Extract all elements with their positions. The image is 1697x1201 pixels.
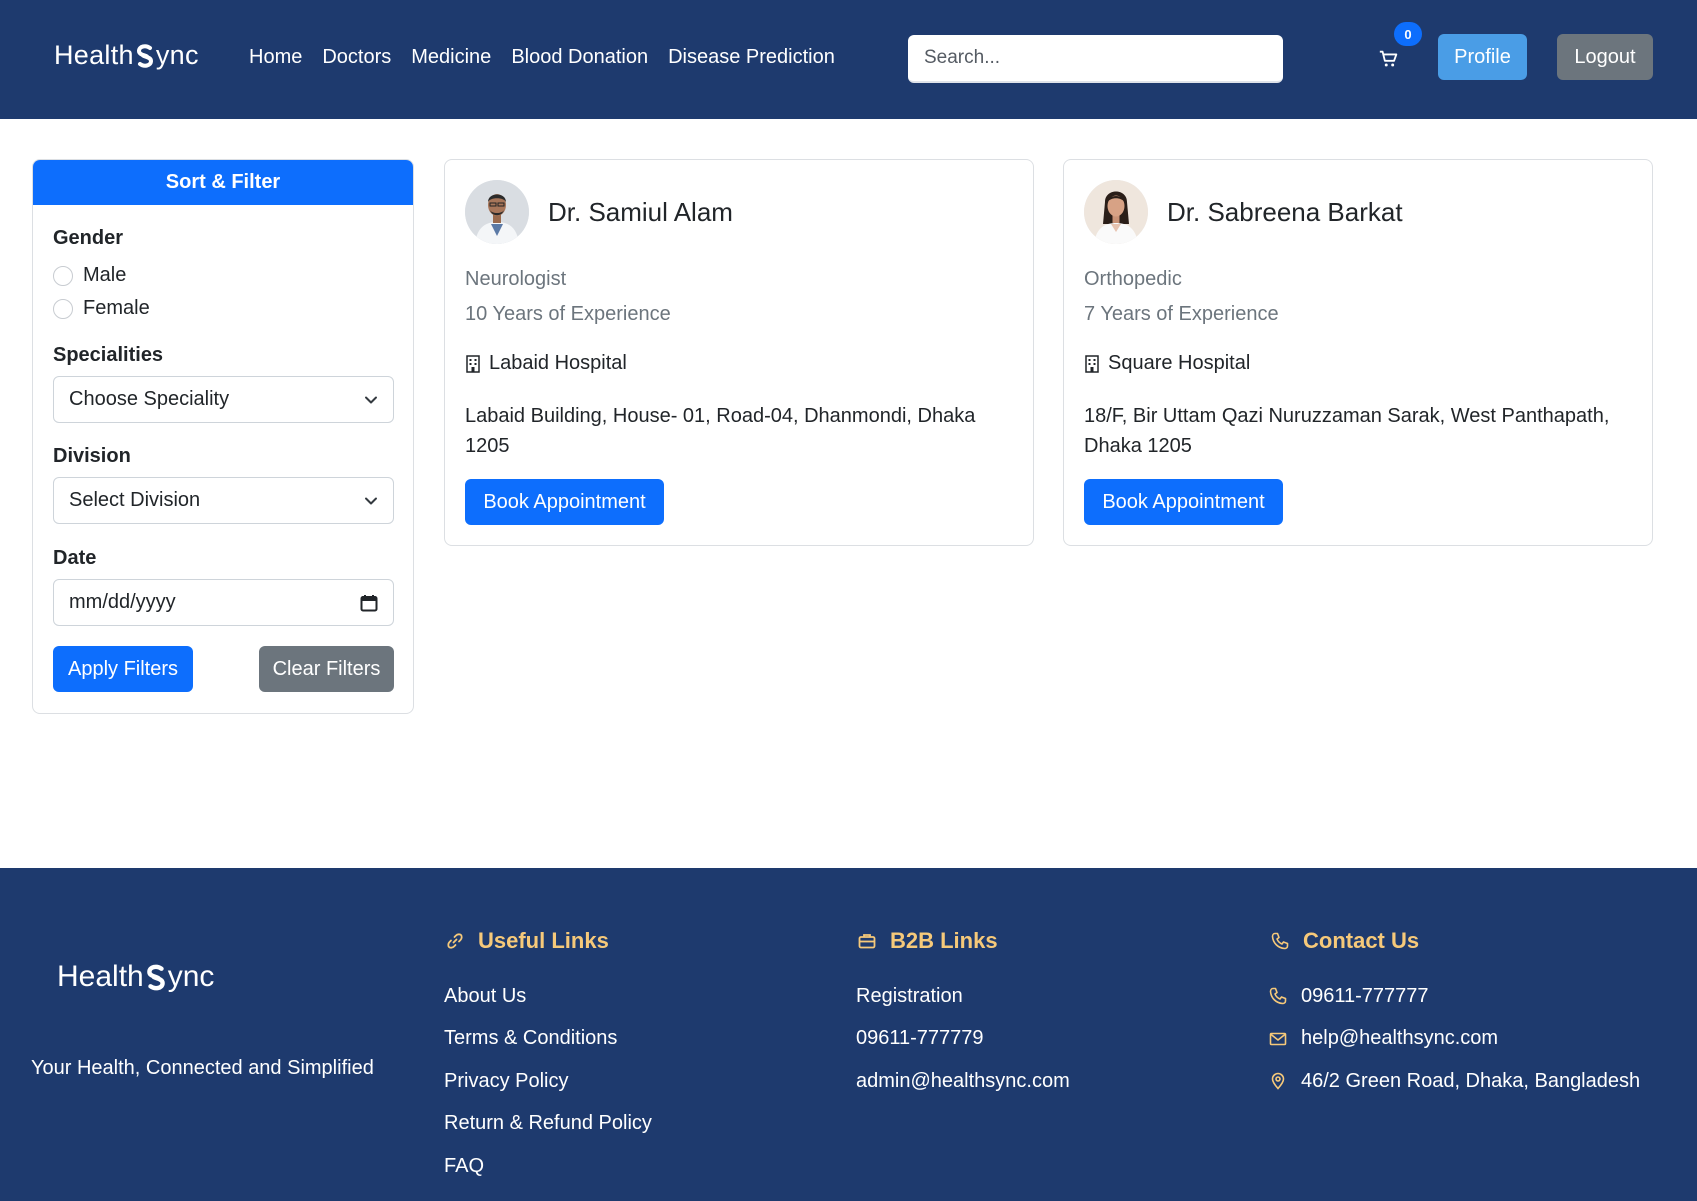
date-input-placeholder: mm/dd/yyyy	[69, 591, 176, 613]
footer-link-privacy[interactable]: Privacy Policy	[444, 1060, 652, 1103]
contact-address-text: 46/2 Green Road, Dhaka, Bangladesh	[1301, 1069, 1641, 1092]
male-label: Male	[83, 264, 127, 286]
nav-link-blood-donation[interactable]: Blood Donation	[511, 46, 648, 69]
contact-column: Contact Us 09611-777777 help@healthsync.…	[1269, 928, 1640, 1103]
doctor-avatar	[1084, 180, 1148, 244]
doctor-experience: 10 Years of Experience	[465, 303, 671, 325]
footer-brand-left: Health	[57, 960, 144, 993]
hospital-name: Square Hospital	[1108, 352, 1251, 374]
doctor-avatar	[465, 180, 529, 244]
b2b-links-title: B2B Links	[858, 928, 1070, 954]
b2b-links-title-text: B2B Links	[890, 928, 998, 953]
useful-links-column: Useful Links About Us Terms & Conditions…	[444, 928, 652, 1188]
contact-email[interactable]: help@healthsync.com	[1269, 1018, 1640, 1061]
footer-link-about-us[interactable]: About Us	[444, 975, 652, 1018]
book-appointment-button[interactable]: Book Appointment	[465, 479, 664, 525]
brand-name-left: Health	[54, 40, 134, 70]
speciality-label: Specialities	[53, 344, 164, 366]
nav-link-doctors[interactable]: Doctors	[322, 46, 391, 69]
brand-name-right: ync	[155, 40, 199, 70]
b2b-links-column: B2B Links Registration 09611-777779 admi…	[856, 928, 1070, 1103]
division-select-value: Select Division	[69, 489, 201, 511]
footer-link-faq[interactable]: FAQ	[444, 1145, 652, 1188]
footer-tagline: Your Health, Connected and Simplified	[31, 1057, 374, 1079]
nav-link-home[interactable]: Home	[249, 46, 302, 69]
contact-title-text: Contact Us	[1303, 928, 1420, 953]
footer-link-terms[interactable]: Terms & Conditions	[444, 1018, 652, 1061]
footer-link-b2b-email[interactable]: admin@healthsync.com	[856, 1060, 1070, 1103]
doctor-specialty: Orthopedic	[1084, 268, 1182, 290]
cart-count-badge: 0	[1394, 22, 1422, 46]
nav-links: Home Doctors Medicine Blood Donation Dis…	[249, 46, 835, 69]
hospital-address: Labaid Building, House- 01, Road-04, Dha…	[465, 405, 976, 457]
division-label: Division	[53, 445, 131, 467]
navbar: Health ync Home Doctors Medicine Blood D…	[0, 0, 1697, 119]
contact-title: Contact Us	[1271, 928, 1640, 954]
briefcase-icon	[858, 934, 876, 949]
link-icon	[447, 933, 463, 949]
chevron-down-icon	[365, 497, 377, 504]
phone-icon	[1271, 932, 1289, 950]
date-label: Date	[53, 547, 97, 569]
male-radio[interactable]	[53, 265, 73, 286]
footer: Health ync Your Health, Connected and Si…	[0, 868, 1697, 1201]
sort-filter-panel: Sort & Filter Gender Male Female Special…	[32, 159, 414, 714]
doctor-card: Dr. Samiul Alam Neurologist 10 Years of …	[444, 159, 1034, 546]
gender-option-male[interactable]: Male	[53, 264, 126, 287]
useful-links-title-text: Useful Links	[478, 928, 609, 953]
doctor-specialty: Neurologist	[465, 268, 567, 290]
contact-email-text: help@healthsync.com	[1301, 1027, 1499, 1050]
doctor-hospital: Square Hospital	[1084, 352, 1250, 375]
phone-icon	[1269, 987, 1287, 1005]
doctor-name: Dr. Sabreena Barkat	[1167, 197, 1403, 227]
hospital-address: 18/F, Bir Uttam Qazi Nuruzzaman Sarak, W…	[1084, 405, 1610, 457]
female-radio[interactable]	[53, 298, 73, 319]
brand-s-icon	[136, 43, 153, 68]
contact-address: 46/2 Green Road, Dhaka, Bangladesh	[1269, 1060, 1640, 1103]
clear-filters-button[interactable]: Clear Filters	[259, 646, 394, 692]
gender-option-female[interactable]: Female	[53, 297, 150, 320]
footer-link-registration[interactable]: Registration	[856, 975, 1070, 1018]
brand-logo[interactable]: Health ync	[54, 40, 199, 71]
hospital-name: Labaid Hospital	[489, 352, 627, 374]
speciality-select-value: Choose Speciality	[69, 388, 230, 410]
doctor-hospital: Labaid Hospital	[465, 352, 627, 375]
footer-brand-right: ync	[167, 960, 215, 993]
doctor-card: Dr. Sabreena Barkat Orthopedic 7 Years o…	[1063, 159, 1653, 546]
envelope-icon	[1269, 1032, 1287, 1046]
gender-label: Gender	[53, 227, 124, 249]
contact-phone-text: 09611-777777	[1301, 984, 1429, 1007]
female-label: Female	[83, 297, 150, 319]
cart-icon[interactable]	[1378, 48, 1400, 70]
useful-links-title: Useful Links	[446, 928, 652, 954]
calendar-icon[interactable]	[360, 594, 378, 612]
search-input[interactable]	[908, 35, 1283, 83]
footer-link-refund[interactable]: Return & Refund Policy	[444, 1103, 652, 1146]
location-pin-icon	[1271, 1072, 1285, 1090]
footer-link-b2b-phone[interactable]: 09611-777779	[856, 1018, 1070, 1061]
doctor-experience: 7 Years of Experience	[1084, 303, 1279, 325]
brand-s-icon	[146, 964, 165, 990]
filter-panel-title: Sort & Filter	[33, 160, 413, 205]
profile-button[interactable]: Profile	[1438, 34, 1527, 80]
chevron-down-icon	[365, 396, 377, 403]
logout-button[interactable]: Logout	[1557, 34, 1653, 80]
hospital-icon	[1085, 354, 1099, 373]
apply-filters-button[interactable]: Apply Filters	[53, 646, 193, 692]
nav-link-medicine[interactable]: Medicine	[411, 46, 491, 69]
doctor-photo-female	[1084, 180, 1148, 244]
nav-link-disease-prediction[interactable]: Disease Prediction	[668, 46, 835, 69]
book-appointment-button[interactable]: Book Appointment	[1084, 479, 1283, 525]
doctor-name: Dr. Samiul Alam	[548, 197, 733, 227]
division-select[interactable]: Select Division	[53, 477, 394, 524]
contact-phone[interactable]: 09611-777777	[1269, 975, 1640, 1018]
date-input[interactable]: mm/dd/yyyy	[53, 579, 394, 626]
doctor-photo-male	[465, 180, 529, 244]
speciality-select[interactable]: Choose Speciality	[53, 376, 394, 423]
footer-brand-logo[interactable]: Health ync	[57, 960, 214, 994]
hospital-icon	[466, 354, 480, 373]
